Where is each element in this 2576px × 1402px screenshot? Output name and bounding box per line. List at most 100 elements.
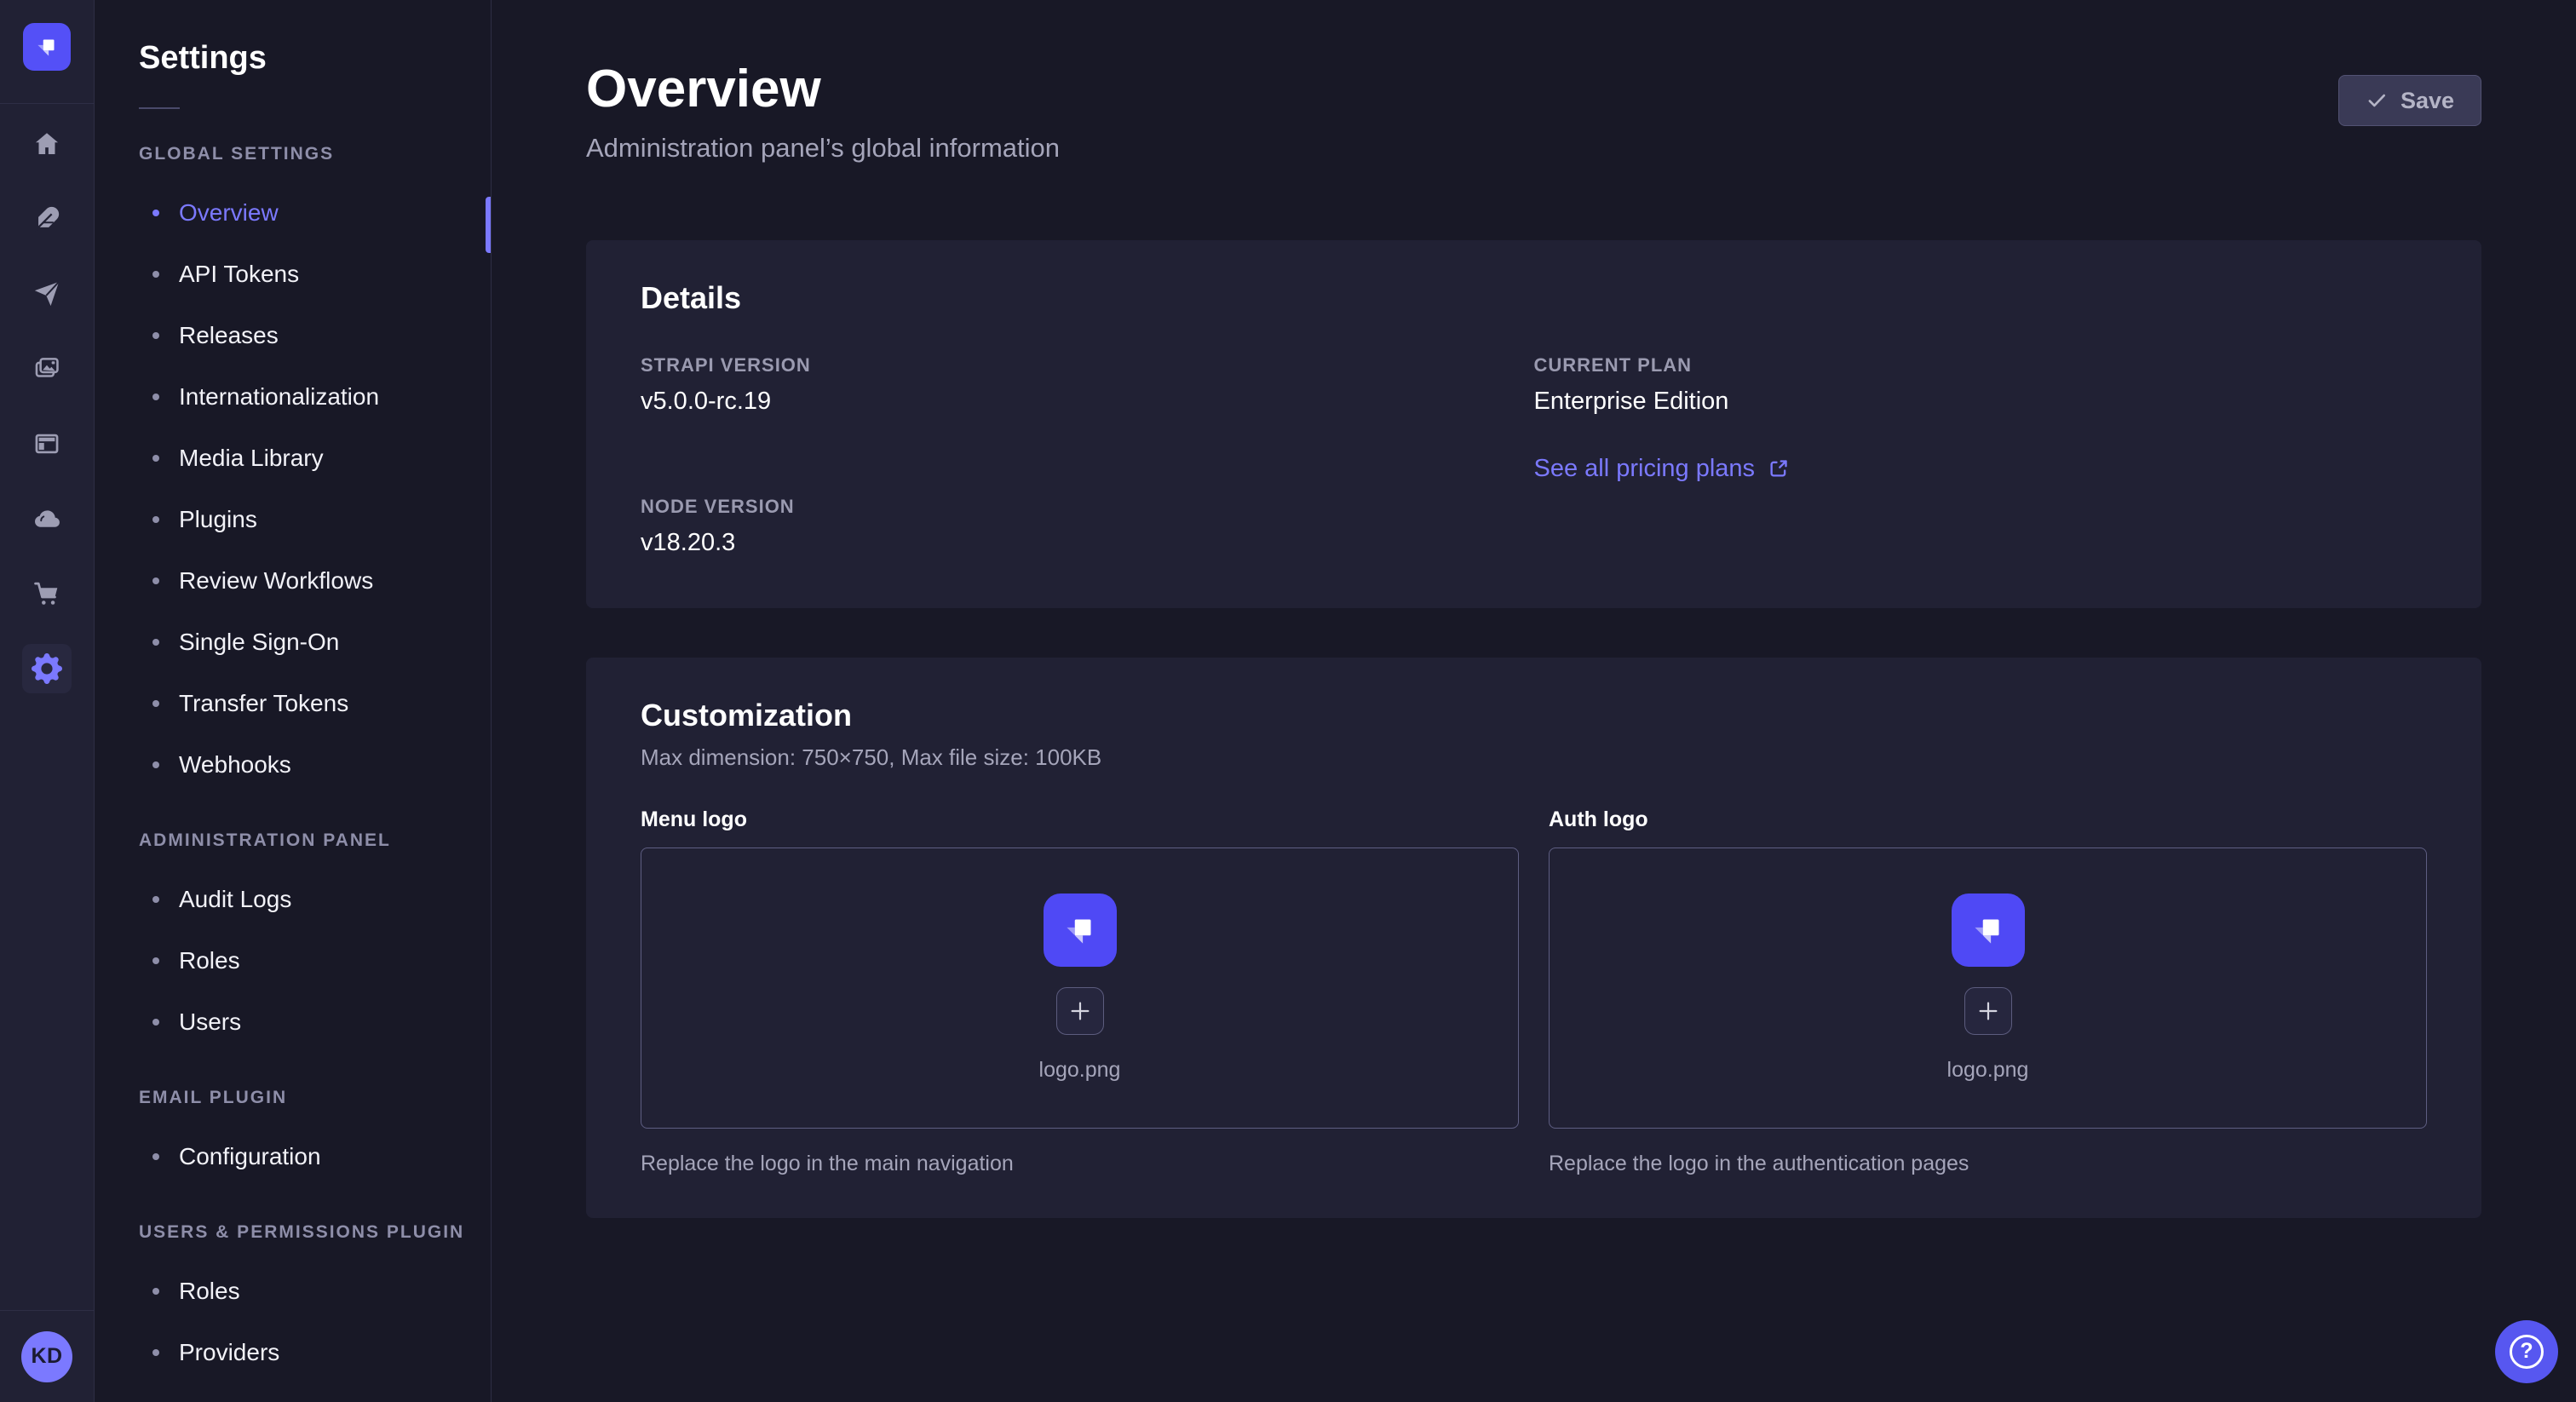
menu-logo-upload: Menu logo logo.png <box>641 806 1519 1177</box>
bullet-icon <box>152 210 159 216</box>
subnav-item-up-providers[interactable]: Providers <box>95 1322 491 1383</box>
home-icon <box>32 129 61 158</box>
layout-icon <box>32 429 61 458</box>
subnav-item-admin-users[interactable]: Users <box>95 991 491 1053</box>
bullet-icon <box>152 1349 159 1356</box>
strapi-version-field: STRAPI VERSION v5.0.0-rc.19 <box>641 354 1534 416</box>
plus-icon <box>1976 999 2000 1023</box>
bullet-icon <box>152 271 159 278</box>
customization-card: Customization Max dimension: 750×750, Ma… <box>586 658 2481 1218</box>
pricing-plans-link[interactable]: See all pricing plans <box>1534 455 1791 483</box>
subnav-item-overview[interactable]: Overview <box>95 182 491 244</box>
subnav-title: Settings <box>139 37 491 78</box>
strapi-logo-icon <box>1967 909 2010 951</box>
section-users-permissions-plugin: USERS & PERMISSIONS PLUGIN Roles Provide… <box>95 1221 491 1383</box>
avatar[interactable]: KD <box>21 1331 72 1382</box>
help-icon: ? <box>2510 1335 2544 1369</box>
section-label: GLOBAL SETTINGS <box>139 143 491 165</box>
bullet-icon <box>152 639 159 646</box>
save-button[interactable]: Save <box>2338 75 2481 126</box>
gear-icon <box>32 653 62 684</box>
bullet-icon <box>152 957 159 964</box>
nav-home-button[interactable] <box>22 119 72 169</box>
customization-grid: Menu logo logo.png <box>641 806 2427 1177</box>
section-label: EMAIL PLUGIN <box>139 1087 491 1109</box>
external-link-icon <box>1767 457 1790 480</box>
bullet-icon <box>152 1019 159 1026</box>
auth-logo-add-button[interactable] <box>1964 987 2012 1035</box>
bullet-icon <box>152 394 159 400</box>
menu-logo-preview <box>1044 893 1117 967</box>
check-icon <box>2366 89 2388 112</box>
customization-subtitle: Max dimension: 750×750, Max file size: 1… <box>641 743 2427 772</box>
page-header-text: Overview Administration panel’s global i… <box>586 61 1060 165</box>
details-card: Details STRAPI VERSION v5.0.0-rc.19 NODE… <box>586 240 2481 608</box>
menu-logo-dropzone[interactable]: logo.png <box>641 848 1519 1129</box>
page-title: Overview <box>586 61 1060 118</box>
paper-plane-icon <box>32 279 61 308</box>
subnav-item-up-roles[interactable]: Roles <box>95 1261 491 1322</box>
details-heading: Details <box>641 279 2427 317</box>
current-plan-field: CURRENT PLAN Enterprise Edition <box>1534 354 2428 416</box>
main-nav: KD <box>0 0 95 1402</box>
section-email-plugin: EMAIL PLUGIN Configuration <box>95 1087 491 1187</box>
bullet-icon <box>152 455 159 462</box>
auth-logo-hint: Replace the logo in the authentication p… <box>1549 1150 2427 1177</box>
section-label: USERS & PERMISSIONS PLUGIN <box>139 1221 491 1244</box>
bullet-icon <box>152 516 159 523</box>
subnav-item-audit-logs[interactable]: Audit Logs <box>95 869 491 930</box>
auth-logo-dropzone[interactable]: logo.png <box>1549 848 2427 1129</box>
media-icon <box>32 354 61 383</box>
nav-releases-button[interactable] <box>22 269 72 319</box>
strapi-logo[interactable] <box>23 23 71 71</box>
auth-logo-filename: logo.png <box>1947 1058 2029 1083</box>
feather-icon <box>32 204 61 233</box>
subnav-item-review-workflows[interactable]: Review Workflows <box>95 550 491 612</box>
nav-cloud-button[interactable] <box>22 494 72 543</box>
bullet-icon <box>152 761 159 768</box>
subnav-item-webhooks[interactable]: Webhooks <box>95 734 491 796</box>
section-administration-panel: ADMINISTRATION PANEL Audit Logs Roles Us… <box>95 830 491 1053</box>
page-header: Overview Administration panel’s global i… <box>586 61 2481 165</box>
auth-logo-upload: Auth logo logo.png <box>1549 806 2427 1177</box>
subnav-item-admin-roles[interactable]: Roles <box>95 930 491 991</box>
cart-icon <box>32 579 61 608</box>
details-grid: STRAPI VERSION v5.0.0-rc.19 NODE VERSION… <box>641 354 2427 557</box>
subnav-item-plugins[interactable]: Plugins <box>95 489 491 550</box>
auth-logo-label: Auth logo <box>1549 806 2427 833</box>
strapi-logo-icon <box>1059 909 1101 951</box>
nav-content-button[interactable] <box>22 194 72 244</box>
section-global-settings: GLOBAL SETTINGS Overview API Tokens Rele… <box>95 143 491 796</box>
subnav-title-rule <box>139 107 180 109</box>
nav-footer: KD <box>0 1310 94 1402</box>
bullet-icon <box>152 896 159 903</box>
auth-logo-preview <box>1952 893 2025 967</box>
nav-settings-button[interactable] <box>22 644 72 693</box>
strapi-logo-icon <box>32 32 61 61</box>
menu-logo-add-button[interactable] <box>1056 987 1104 1035</box>
subnav-item-email-configuration[interactable]: Configuration <box>95 1126 491 1187</box>
subnav-item-internationalization[interactable]: Internationalization <box>95 366 491 428</box>
nav-marketplace-button[interactable] <box>22 569 72 618</box>
nav-content-manager-button[interactable] <box>22 419 72 468</box>
subnav-item-api-tokens[interactable]: API Tokens <box>95 244 491 305</box>
bullet-icon <box>152 332 159 339</box>
settings-subnav: Settings GLOBAL SETTINGS Overview API To… <box>95 0 492 1402</box>
page-subtitle: Administration panel’s global informatio… <box>586 131 1060 165</box>
active-item-indicator <box>486 197 491 253</box>
section-label: ADMINISTRATION PANEL <box>139 830 491 852</box>
cloud-icon <box>32 503 62 534</box>
subnav-item-media-library[interactable]: Media Library <box>95 428 491 489</box>
bullet-icon <box>152 577 159 584</box>
nav-media-button[interactable] <box>22 344 72 394</box>
details-right-column: CURRENT PLAN Enterprise Edition See all … <box>1534 354 2428 557</box>
menu-logo-label: Menu logo <box>641 806 1519 833</box>
subnav-item-releases[interactable]: Releases <box>95 305 491 366</box>
plus-icon <box>1068 999 1092 1023</box>
menu-logo-hint: Replace the logo in the main navigation <box>641 1150 1519 1177</box>
node-version-field: NODE VERSION v18.20.3 <box>641 496 1534 557</box>
subnav-item-single-sign-on[interactable]: Single Sign-On <box>95 612 491 673</box>
help-button[interactable]: ? <box>2495 1320 2558 1383</box>
subnav-item-transfer-tokens[interactable]: Transfer Tokens <box>95 673 491 734</box>
menu-logo-filename: logo.png <box>1039 1058 1121 1083</box>
